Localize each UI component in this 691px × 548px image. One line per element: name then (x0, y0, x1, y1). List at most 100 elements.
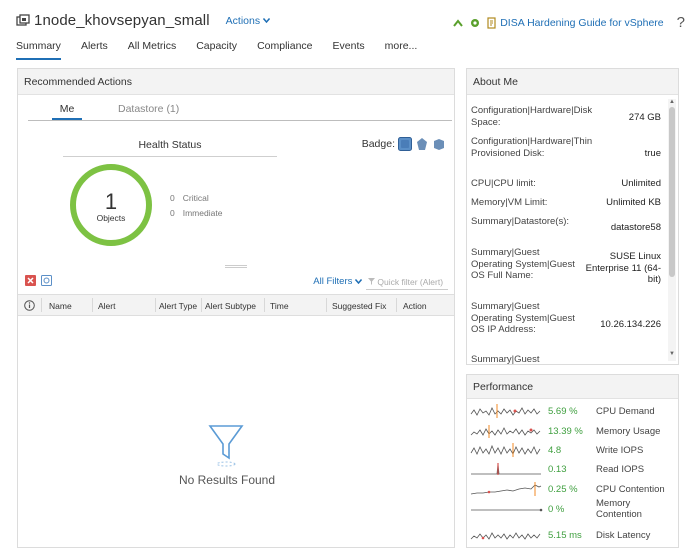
metric-label: CPU Demand (596, 406, 655, 417)
quick-filter-input[interactable]: Quick filter (Alert) (366, 274, 448, 290)
legend-critical: 0 Critical (170, 193, 209, 203)
scroll-up-arrow-icon[interactable]: ▲ (669, 99, 675, 105)
property-row: Memory|VM Limit: Unlimited KB (471, 197, 663, 211)
property-key: CPU|CPU limit: (471, 178, 536, 189)
metric-value: 5.69 % (548, 406, 578, 417)
gear-icon[interactable] (470, 18, 480, 28)
column-header-time[interactable]: Time (270, 301, 289, 311)
tab-all-metrics[interactable]: All Metrics (128, 40, 176, 60)
property-row: Configuration|Hardware|Thin Provisioned … (471, 136, 663, 172)
column-header-name[interactable]: Name (49, 301, 72, 311)
tab-datastore[interactable]: Datastore (1) (118, 99, 179, 120)
about-me-panel: About Me Configuration|Hardware|Disk Spa… (466, 68, 679, 365)
property-value: datastore58 (610, 222, 661, 233)
column-header-suggested-fix[interactable]: Suggested Fix (332, 301, 386, 311)
metric-label: Disk Latency (596, 530, 651, 541)
badge-label: Badge: (361, 138, 395, 150)
guide-link[interactable]: DISA Hardening Guide for vSphere (487, 16, 664, 29)
metric-row-memory-usage[interactable]: 13.39 % Memory Usage (469, 422, 678, 440)
empty-filter-icon (208, 425, 244, 467)
column-header-alert[interactable]: Alert (98, 301, 115, 311)
all-filters-label: All Filters (313, 276, 353, 287)
metric-row-memory-contention[interactable]: 0 % Memory Contention (469, 498, 678, 524)
chevron-down-icon (354, 279, 363, 285)
empty-state-message: No Results Found (178, 473, 276, 487)
title-row: 1node_khovsepyan_small Actions (16, 12, 271, 29)
tab-capacity[interactable]: Capacity (196, 40, 237, 60)
column-separator (396, 298, 397, 312)
object-tabs: Summary Alerts All Metrics Capacity Comp… (16, 40, 417, 60)
scope-tabs: Me Datastore (1) (28, 99, 452, 121)
property-key: Summary|Guest Operating System|Guest OS … (471, 247, 575, 281)
property-row: Summary|Guest Operating System|Guest OS … (471, 301, 663, 349)
header-right: DISA Hardening Guide for vSphere ? (453, 14, 685, 31)
property-key: Configuration|Hardware|Disk Space: (471, 105, 593, 128)
property-key: Summary|Guest Operating System|Guest OS … (471, 301, 575, 335)
health-up-icon[interactable] (453, 18, 463, 27)
alerts-toolbar: All Filters Quick filter (Alert) (18, 271, 454, 293)
metric-value: 13.39 % (548, 426, 583, 437)
metric-row-write-iops[interactable]: 4.8 Write IOPS (469, 441, 678, 459)
badge-selector: Badge: (362, 137, 446, 151)
metric-row-cpu-contention[interactable]: 0.25 % CPU Contention (469, 480, 678, 498)
sparkline (470, 482, 542, 496)
alerts-grid-header: Name Alert Alert Type Alert Subtype Time… (18, 294, 454, 316)
legend-immediate-label: Immediate (182, 208, 223, 218)
column-separator (155, 298, 156, 312)
chevron-down-icon (263, 18, 271, 23)
legend-immediate-count: 0 (170, 208, 175, 218)
property-row: CPU|CPU limit: Unlimited (471, 178, 663, 192)
tab-more[interactable]: more... (385, 40, 418, 60)
metric-value: 0.25 % (548, 484, 578, 495)
all-filters-dropdown[interactable]: All Filters (313, 276, 363, 287)
risk-badge-icon[interactable] (415, 137, 429, 151)
sparkline (470, 404, 541, 418)
sparkline (470, 443, 541, 457)
metric-row-read-iops[interactable]: 0.13 Read IOPS (469, 460, 678, 478)
efficiency-badge-icon[interactable] (432, 137, 446, 151)
property-value: 10.26.134.226 (600, 319, 661, 330)
policy-icon (487, 16, 496, 29)
property-key: Memory|VM Limit: (471, 197, 548, 208)
tab-me[interactable]: Me (52, 99, 82, 120)
object-header: 1node_khovsepyan_small Actions DISA Hard… (0, 0, 691, 62)
column-separator (201, 298, 202, 312)
metric-label: Memory Contention (596, 498, 642, 520)
ring-label: Objects (96, 213, 126, 223)
cancel-alert-icon[interactable] (25, 275, 36, 286)
scrollbar-thumb[interactable] (669, 107, 675, 277)
performance-panel: Performance 5.69 % CPU Demand 13.39 % Me… (466, 374, 679, 548)
sparkline (471, 508, 543, 512)
suspend-alert-icon[interactable] (41, 275, 52, 286)
property-value: Unlimited KB (606, 197, 661, 208)
column-header-action[interactable]: Action (403, 301, 427, 311)
tab-events[interactable]: Events (333, 40, 365, 60)
column-header-alert-type[interactable]: Alert Type (159, 301, 197, 311)
info-icon[interactable] (24, 300, 35, 311)
metric-label: CPU Contention (596, 484, 665, 495)
quick-filter-placeholder: Quick filter (Alert) (377, 277, 444, 287)
scroll-down-arrow-icon[interactable]: ▼ (669, 351, 675, 357)
property-row: Summary|Guest Operating System|Guest OS … (471, 247, 663, 295)
legend-critical-label: Critical (182, 193, 209, 203)
health-badge-icon[interactable] (398, 137, 412, 151)
panel-title: Recommended Actions (18, 69, 454, 95)
property-key: Summary|Guest (471, 354, 540, 365)
metric-row-cpu-demand[interactable]: 5.69 % CPU Demand (469, 402, 678, 420)
resize-handle[interactable] (225, 265, 247, 268)
column-header-alert-subtype[interactable]: Alert Subtype (205, 301, 256, 311)
health-status-title: Health Status (63, 139, 277, 157)
page-title: 1node_khovsepyan_small (34, 12, 210, 29)
sparkline (471, 463, 541, 475)
column-separator (41, 298, 42, 312)
metric-row-disk-latency[interactable]: 5.15 ms Disk Latency (469, 526, 678, 544)
property-value: Unlimited (621, 178, 661, 189)
guide-link-label: DISA Hardening Guide for vSphere (500, 16, 664, 29)
help-icon[interactable]: ? (677, 14, 685, 31)
property-key: Summary|Datastore(s): (471, 216, 570, 227)
actions-menu[interactable]: Actions (226, 15, 271, 27)
tab-summary[interactable]: Summary (16, 40, 61, 60)
tab-alerts[interactable]: Alerts (81, 40, 108, 60)
tab-compliance[interactable]: Compliance (257, 40, 312, 60)
legend-critical-count: 0 (170, 193, 175, 203)
